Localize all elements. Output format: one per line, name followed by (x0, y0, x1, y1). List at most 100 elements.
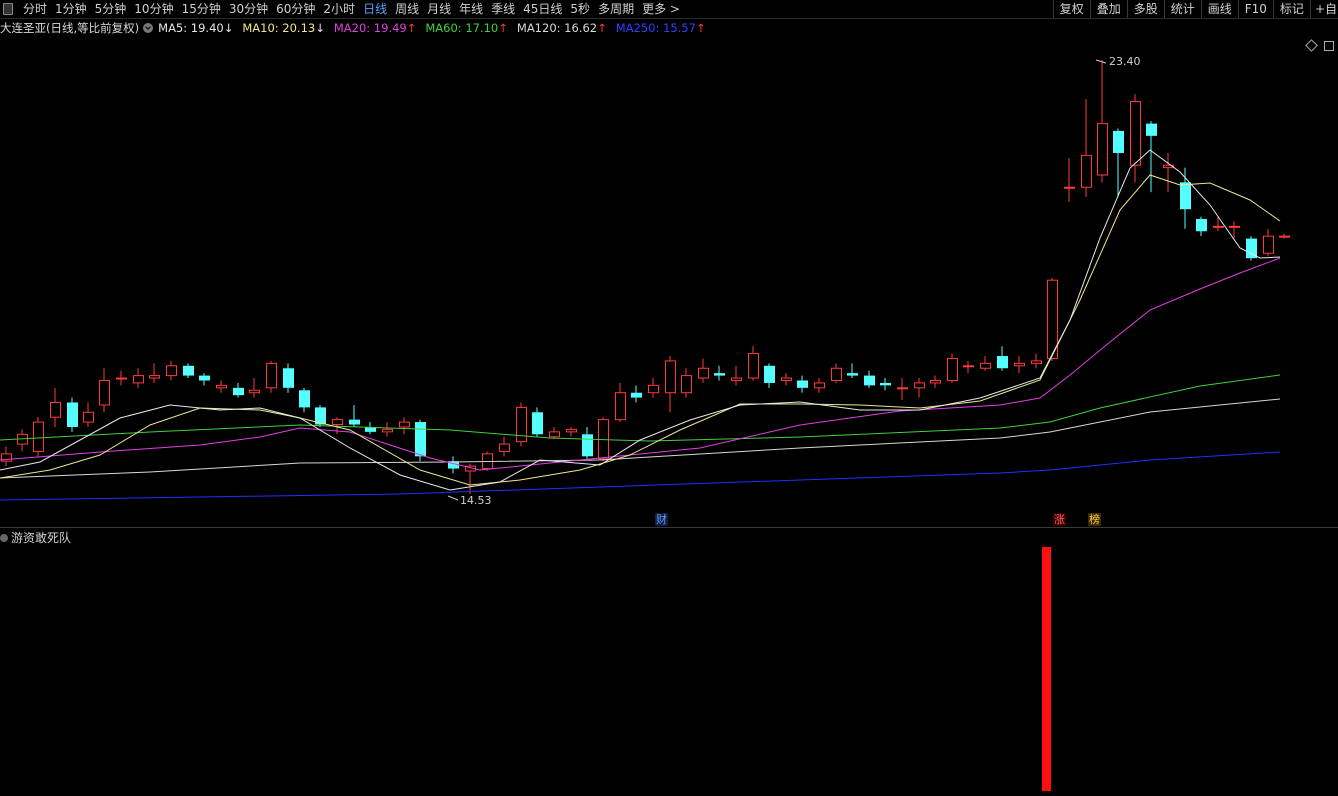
candle-body (1213, 225, 1224, 228)
earnings-marker[interactable]: 财 (655, 513, 668, 526)
period-tab[interactable]: 45日线 (519, 0, 566, 18)
tool-button[interactable]: 标记 (1272, 0, 1310, 18)
period-tab[interactable]: 季线 (487, 0, 519, 18)
period-tab[interactable]: 2小时 (319, 0, 359, 18)
candle-body (1031, 360, 1042, 364)
candle-body (831, 367, 842, 381)
low-price-label: 14.53 (460, 494, 492, 507)
candle-body (615, 392, 626, 421)
candle (266, 360, 277, 393)
candle (516, 402, 527, 447)
tool-button[interactable]: F10 (1237, 0, 1273, 18)
candle-body (1113, 130, 1124, 153)
candle-body (349, 419, 360, 425)
tool-button[interactable]: 统计 (1163, 0, 1201, 18)
candle (365, 422, 376, 435)
limit-up-marker[interactable]: 涨 (1053, 513, 1066, 526)
candle (33, 417, 44, 457)
candle-body (216, 384, 227, 389)
candle-body (897, 387, 908, 390)
tool-button[interactable]: +自 (1309, 0, 1338, 18)
indicator-bar (1042, 547, 1051, 791)
settings-chevron-icon[interactable] (143, 22, 154, 33)
candle-body (1064, 186, 1075, 189)
tool-button[interactable]: 复权 (1052, 0, 1090, 18)
period-tab[interactable]: 10分钟 (130, 0, 177, 18)
candle-body (930, 379, 941, 384)
candle-body (149, 375, 160, 379)
candle (1031, 353, 1042, 369)
candle-body (382, 428, 393, 433)
candle (1064, 157, 1075, 202)
candle-body (1130, 101, 1141, 166)
tool-button[interactable]: 多股 (1126, 0, 1164, 18)
candle-body (698, 367, 709, 379)
indicator-title: 游资敢死队 (0, 529, 71, 546)
period-tab[interactable]: 日线 (359, 0, 391, 18)
candle-body (199, 375, 210, 381)
period-tabs: 分时 1分钟 5分钟 10分钟 15分钟 30分钟 60分钟 2小时 日线 周线 月线 年线 季线 45日… (0, 0, 684, 18)
period-tab[interactable]: 5分钟 (91, 0, 131, 18)
indicator-settings-icon[interactable] (0, 533, 8, 542)
candle-body (1146, 123, 1157, 136)
candle (183, 363, 194, 379)
indicator-chart[interactable] (0, 528, 1338, 796)
period-tab[interactable]: 周线 (391, 0, 423, 18)
period-tab[interactable]: 分时 (19, 0, 51, 18)
candle (199, 373, 210, 386)
tool-button[interactable]: 画线 (1200, 0, 1238, 18)
candle (714, 365, 725, 381)
period-tab[interactable]: 30分钟 (225, 0, 272, 18)
candle-body (864, 375, 875, 386)
tool-button[interactable]: 叠加 (1089, 0, 1127, 18)
ma20-line (0, 257, 1281, 471)
period-tab[interactable]: 60分钟 (272, 0, 319, 18)
candle (249, 378, 260, 398)
period-tab[interactable]: 多周期 (594, 0, 638, 18)
candle-body (781, 377, 792, 381)
candle (1, 446, 12, 467)
candle (963, 360, 974, 374)
period-tab[interactable]: 1分钟 (51, 0, 91, 18)
candle-body (183, 365, 194, 376)
ma-legend-item: MA250: 15.57↑ (615, 20, 706, 35)
candle (532, 407, 543, 437)
candle (997, 346, 1008, 371)
candle-body (814, 382, 825, 389)
candle (864, 370, 875, 388)
candle-body (83, 411, 94, 423)
candle (549, 426, 560, 440)
low-label-pointer (447, 495, 459, 501)
period-tab[interactable]: 5秒 (566, 0, 594, 18)
dragon-tiger-marker[interactable]: 榜 (1088, 513, 1101, 526)
ma250-line (0, 451, 1281, 501)
candle (731, 365, 742, 386)
period-tab[interactable]: 15分钟 (178, 0, 225, 18)
candle (1081, 99, 1092, 198)
candle (349, 404, 360, 427)
candle (216, 380, 227, 393)
candle (1196, 216, 1207, 237)
candle (648, 378, 659, 398)
candle-body (914, 382, 925, 389)
period-tab[interactable]: 月线 (423, 0, 455, 18)
panel-toggle-icon[interactable] (1, 2, 15, 16)
candle (1163, 152, 1174, 193)
candle (930, 375, 941, 388)
candle (283, 363, 294, 393)
candle-body (299, 390, 310, 408)
candle-body (631, 392, 642, 398)
ma10-line (0, 174, 1281, 486)
kline-chart[interactable]: 23.40 14.53 (0, 36, 1338, 527)
candle (847, 363, 858, 379)
ma-legend-item: MA120: 16.62↑ (516, 20, 607, 35)
period-tab[interactable]: 更多 > (638, 0, 684, 18)
candle (499, 436, 510, 457)
candle-body (283, 368, 294, 388)
period-tab[interactable]: 年线 (455, 0, 487, 18)
candle-body (1081, 154, 1092, 188)
candle-body (980, 362, 991, 369)
ma-legend-item: MA20: 19.49↑ (333, 20, 417, 35)
candle (914, 378, 925, 398)
candle (1246, 236, 1257, 261)
